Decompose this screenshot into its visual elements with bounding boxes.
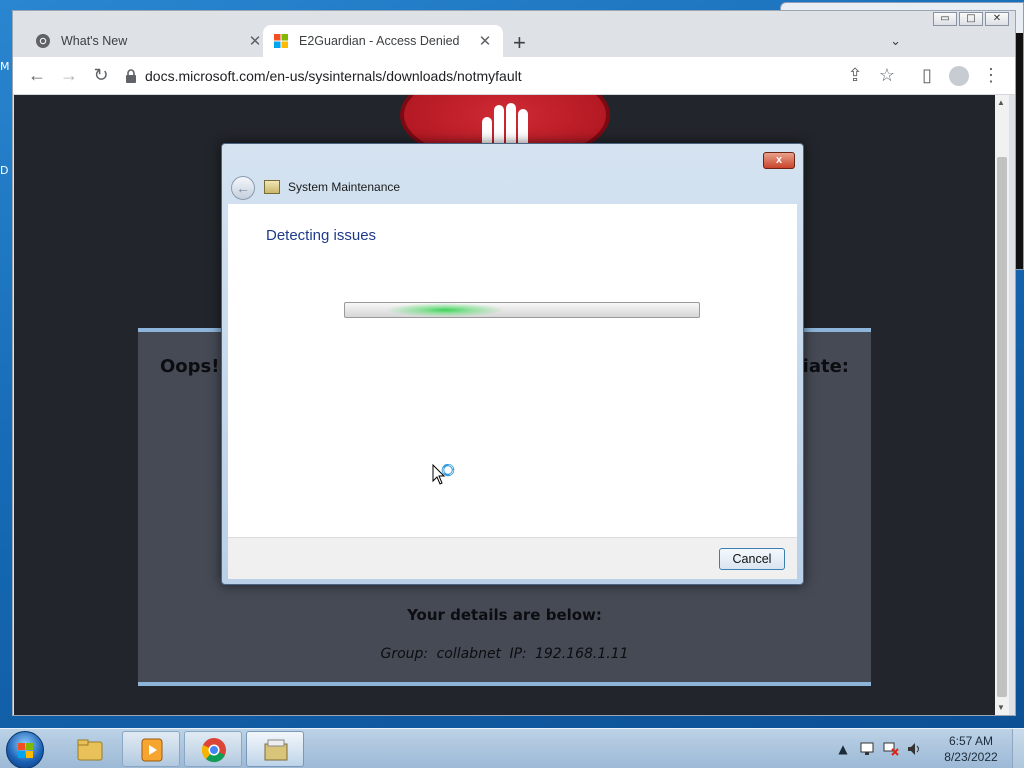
side-panel-icon[interactable]: ▯ (911, 60, 943, 92)
cancel-button[interactable]: Cancel (719, 548, 785, 570)
clock-date: 8/23/2022 (944, 750, 998, 764)
dialog-body: Detecting issues (228, 204, 797, 537)
media-player-icon (141, 738, 163, 762)
clock-time: 6:57 AM (948, 734, 994, 748)
details-group-ip: Group: collabnet IP: 192.168.1.11 (380, 646, 629, 662)
details-heading: Your details are below: (407, 606, 602, 624)
show-hidden-icons-arrow[interactable]: ▲ (834, 742, 852, 756)
progress-glow (385, 303, 505, 317)
tab-title: E2Guardian - Access Denied (299, 34, 460, 48)
desktop-icon-label: M (0, 60, 10, 73)
system-tray: ▲ 6:57 AM 8/23/2022 (834, 729, 1024, 768)
close-tab-icon[interactable]: ✕ (477, 32, 493, 50)
scrollbar-thumb[interactable] (997, 157, 1007, 697)
maintenance-icon (264, 739, 288, 761)
profile-avatar-icon[interactable] (949, 65, 969, 86)
start-button[interactable] (6, 731, 44, 768)
forward-button[interactable]: → (53, 60, 85, 92)
share-icon[interactable]: ⇪ (839, 60, 871, 92)
back-arrow-icon[interactable]: ← (231, 176, 255, 200)
new-tab-button[interactable]: + (513, 30, 526, 56)
taskbar-chrome[interactable] (184, 731, 242, 767)
volume-icon[interactable] (906, 741, 924, 757)
show-desktop-button[interactable] (1012, 729, 1024, 768)
taskbar-system-maintenance[interactable] (246, 731, 304, 767)
reload-button[interactable]: ↻ (85, 60, 117, 92)
dialog-close-button[interactable]: x (763, 152, 795, 169)
browser-toolbar: ← → ↻ docs.microsoft.com/en-us/sysintern… (13, 57, 1015, 95)
lock-icon[interactable] (125, 68, 137, 83)
desktop-icon-label: D (0, 164, 9, 177)
taskbar-media-player[interactable] (122, 731, 180, 767)
action-center-icon[interactable] (858, 741, 876, 757)
microsoft-logo-icon (274, 34, 288, 48)
taskbar: ▲ 6:57 AM 8/23/2022 (0, 728, 1024, 768)
tab-whats-new[interactable]: What's New ✕ (25, 25, 273, 57)
close-tab-icon[interactable]: ✕ (247, 32, 263, 50)
maintenance-icon (264, 180, 280, 194)
network-icon[interactable] (882, 741, 900, 757)
dialog-title: System Maintenance (288, 180, 401, 194)
menu-icon[interactable]: ⋮ (975, 60, 1007, 92)
dialog-footer: Cancel (228, 537, 797, 579)
url-text[interactable]: docs.microsoft.com/en-us/sysinternals/do… (145, 68, 839, 84)
back-button[interactable]: ← (21, 60, 53, 92)
tab-search-icon[interactable]: ⌄ (890, 33, 901, 49)
bookmark-star-icon[interactable]: ☆ (871, 60, 903, 92)
tab-access-denied[interactable]: E2Guardian - Access Denied ✕ (263, 25, 503, 57)
windows-logo-icon (18, 743, 34, 759)
detecting-heading: Detecting issues (266, 227, 377, 244)
clock[interactable]: 6:57 AM 8/23/2022 (934, 733, 1008, 765)
busy-cursor-icon (432, 464, 455, 485)
scroll-up-icon[interactable]: ▲ (997, 98, 1005, 107)
folder-icon (77, 739, 103, 761)
tab-strip: What's New ✕ E2Guardian - Access Denied … (13, 23, 1015, 57)
system-maintenance-dialog: x ← System Maintenance Detecting issues … (221, 143, 804, 585)
address-bar[interactable]: docs.microsoft.com/en-us/sysinternals/do… (125, 61, 903, 91)
scroll-down-icon[interactable]: ▼ (997, 703, 1005, 712)
progress-bar (344, 302, 700, 318)
page-scrollbar[interactable]: ▲ ▼ (995, 95, 1009, 715)
chrome-icon (36, 34, 50, 48)
taskbar-explorer[interactable] (60, 731, 118, 767)
tab-title: What's New (61, 34, 128, 48)
chrome-icon (201, 738, 226, 763)
